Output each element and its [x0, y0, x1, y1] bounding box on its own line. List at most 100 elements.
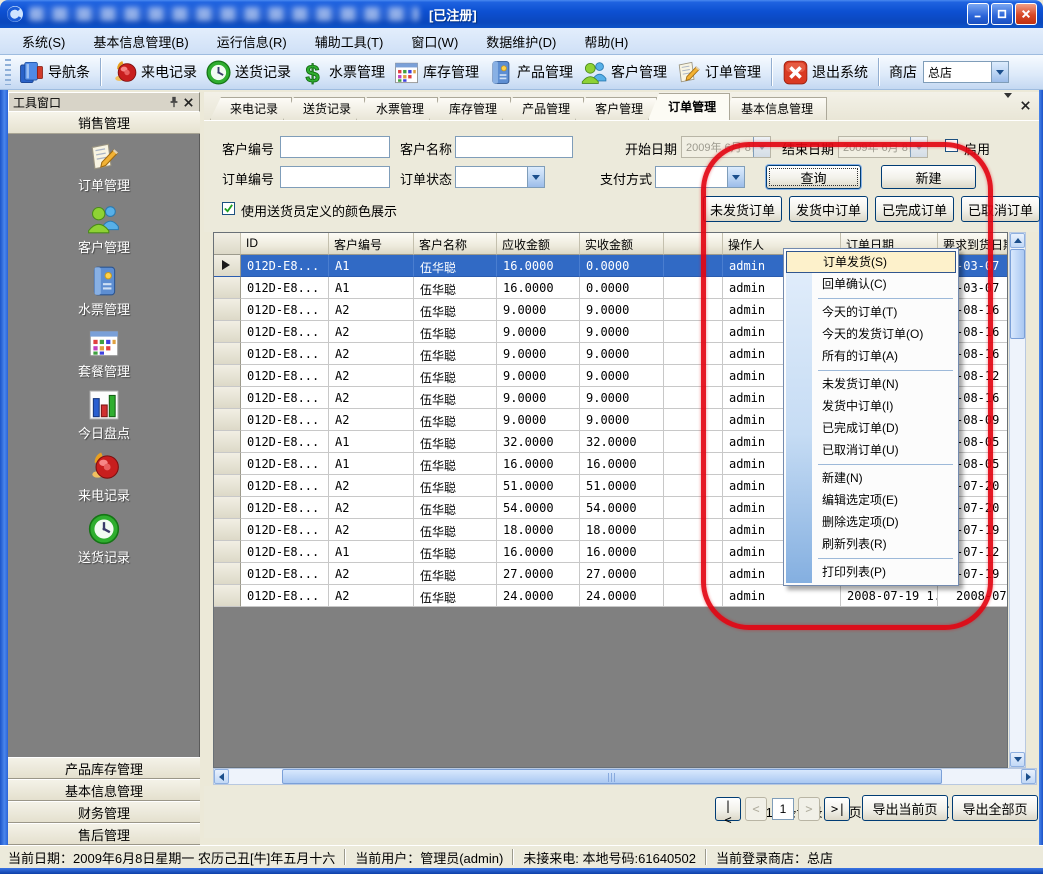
order-no-input[interactable]: [280, 166, 390, 188]
row-header-cell[interactable]: [214, 365, 241, 387]
maximize-button[interactable]: [991, 3, 1013, 25]
context-item-print-list[interactable]: 打印列表(P): [786, 561, 956, 583]
row-header-cell[interactable]: [214, 321, 241, 343]
row-header-cell[interactable]: [214, 343, 241, 365]
context-item-today-orders[interactable]: 今天的订单(T): [786, 301, 956, 323]
context-item-unshipped[interactable]: 未发货订单(N): [786, 373, 956, 395]
tab-basic-info[interactable]: 基本信息管理: [721, 97, 827, 120]
context-item-new[interactable]: 新建(N): [786, 467, 956, 489]
status-filter-button-1[interactable]: 发货中订单: [789, 196, 868, 222]
menu-run-info[interactable]: 运行信息(R): [203, 29, 301, 54]
sidebar-group-after-sales[interactable]: 售后管理: [8, 823, 200, 845]
start-date-picker[interactable]: 2009年 6月 8日: [681, 136, 771, 158]
sidebar-item-call-record[interactable]: 来电记录: [8, 450, 200, 504]
context-item-shipping[interactable]: 发货中订单(I): [786, 395, 956, 417]
column-header-4[interactable]: 实收金额: [580, 233, 664, 255]
shop-select-arrow[interactable]: [991, 62, 1008, 82]
column-header-2[interactable]: 客户名称: [414, 233, 497, 255]
row-header-cell[interactable]: [214, 431, 241, 453]
sidebar-item-ticket-manage[interactable]: 水票管理: [8, 264, 200, 318]
toolbar-delivery-record-button[interactable]: 送货记录: [201, 57, 295, 88]
sidebar-item-order-manage[interactable]: 订单管理: [8, 140, 200, 194]
status-filter-button-0[interactable]: 未发货订单: [703, 196, 782, 222]
row-header-cell[interactable]: [214, 475, 241, 497]
row-header-cell[interactable]: [214, 255, 241, 277]
status-filter-button-3[interactable]: 已取消订单: [961, 196, 1040, 222]
end-date-arrow[interactable]: [910, 137, 927, 157]
close-button[interactable]: [1015, 3, 1037, 25]
sidebar-group-finance[interactable]: 财务管理: [8, 801, 200, 823]
pin-icon[interactable]: [167, 95, 181, 109]
tab-close-icon[interactable]: [1020, 98, 1031, 116]
row-header-cell[interactable]: [214, 585, 241, 607]
row-header-cell[interactable]: [214, 497, 241, 519]
table-row[interactable]: 012D-E8...A2伍华聪24.000024.0000admin2008-0…: [214, 585, 1007, 607]
column-header-3[interactable]: 应收金额: [497, 233, 580, 255]
order-status-arrow[interactable]: [527, 167, 544, 187]
menu-help[interactable]: 帮助(H): [570, 29, 642, 54]
context-item-delete-selected[interactable]: 删除选定项(D): [786, 511, 956, 533]
vertical-scroll-thumb[interactable]: [1010, 249, 1025, 339]
toolbar-order-manage-button[interactable]: 订单管理: [671, 57, 765, 88]
start-date-arrow[interactable]: [753, 137, 770, 157]
tab-order-manage[interactable]: 订单管理: [648, 93, 730, 120]
sidebar-group-basic-info[interactable]: 基本信息管理: [8, 779, 200, 801]
sidebar-item-delivery-record[interactable]: 送货记录: [8, 512, 200, 566]
tab-product-manage[interactable]: 产品管理: [502, 97, 584, 120]
row-header-cell[interactable]: [214, 519, 241, 541]
new-button[interactable]: 新建: [881, 165, 976, 189]
vertical-scrollbar[interactable]: [1009, 232, 1026, 768]
sidebar-item-combo-manage[interactable]: 套餐管理: [8, 326, 200, 380]
toolbar-product-manage-button[interactable]: 产品管理: [483, 57, 577, 88]
sidebar-group-product-stock[interactable]: 产品库存管理: [8, 757, 200, 779]
customer-no-input[interactable]: [280, 136, 390, 158]
tab-call-record[interactable]: 来电记录: [210, 97, 292, 120]
toolbar-ticket-manage-button[interactable]: $水票管理: [295, 57, 389, 88]
row-header-cell[interactable]: [214, 541, 241, 563]
context-item-edit-selected[interactable]: 编辑选定项(E): [786, 489, 956, 511]
column-header-0[interactable]: ID: [241, 233, 329, 255]
customer-name-input[interactable]: [455, 136, 573, 158]
export-all-pages-button[interactable]: 导出全部页: [952, 795, 1038, 821]
column-header-1[interactable]: 客户编号: [329, 233, 414, 255]
sidebar-group-sales[interactable]: 销售管理: [8, 112, 200, 134]
menu-window[interactable]: 窗口(W): [397, 29, 472, 54]
status-filter-button-2[interactable]: 已完成订单: [875, 196, 954, 222]
pay-method-arrow[interactable]: [727, 167, 744, 187]
toolbar-navbar-button[interactable]: 导航条: [14, 57, 94, 88]
shop-select[interactable]: 总店: [923, 61, 1009, 83]
scroll-right-icon[interactable]: [1021, 769, 1036, 784]
context-item-receipt-confirm[interactable]: 回单确认(C): [786, 273, 956, 295]
row-header-cell[interactable]: [214, 453, 241, 475]
toolbar-inventory-manage-button[interactable]: 库存管理: [389, 57, 483, 88]
row-header-cell[interactable]: [214, 277, 241, 299]
column-header-5[interactable]: [664, 233, 723, 255]
menu-system[interactable]: 系统(S): [8, 29, 79, 54]
toolbar-grip[interactable]: [5, 59, 11, 85]
tab-inventory-manage[interactable]: 库存管理: [429, 97, 511, 120]
export-current-page-button[interactable]: 导出当前页: [862, 795, 948, 821]
menu-tools[interactable]: 辅助工具(T): [301, 29, 398, 54]
query-button[interactable]: 查询: [766, 165, 861, 189]
horizontal-scrollbar[interactable]: [213, 768, 1037, 785]
last-page-button[interactable]: >|: [824, 797, 850, 821]
minimize-button[interactable]: [967, 3, 989, 25]
color-display-checkbox[interactable]: [222, 202, 235, 215]
enable-checkbox[interactable]: [945, 139, 958, 152]
tab-ticket-manage[interactable]: 水票管理: [356, 97, 438, 120]
prev-page-button[interactable]: <: [745, 797, 767, 821]
tab-delivery-record[interactable]: 送货记录: [283, 97, 365, 120]
scroll-up-icon[interactable]: [1010, 233, 1025, 248]
row-header-cell[interactable]: [214, 299, 241, 321]
order-status-select[interactable]: [455, 166, 545, 188]
toolbar-call-record-button[interactable]: 来电记录: [107, 57, 201, 88]
row-header-cell[interactable]: [214, 387, 241, 409]
tab-customer-manage[interactable]: 客户管理: [575, 97, 657, 120]
context-item-completed[interactable]: 已完成订单(D): [786, 417, 956, 439]
page-number-input[interactable]: [772, 798, 794, 820]
context-item-today-ship-orders[interactable]: 今天的发货订单(O): [786, 323, 956, 345]
scroll-down-icon[interactable]: [1010, 752, 1025, 767]
pay-method-select[interactable]: [655, 166, 745, 188]
next-page-button[interactable]: >: [798, 797, 820, 821]
sidebar-item-customer-manage[interactable]: 客户管理: [8, 202, 200, 256]
